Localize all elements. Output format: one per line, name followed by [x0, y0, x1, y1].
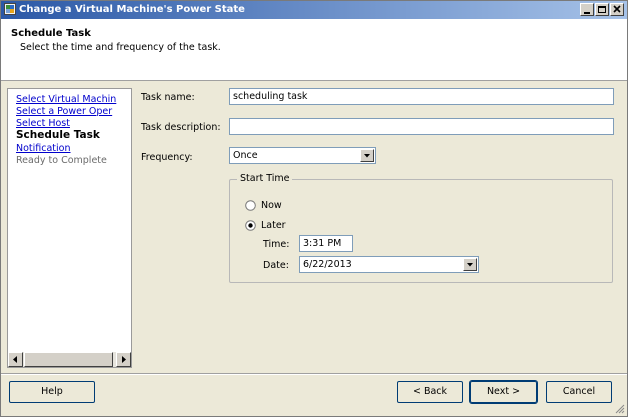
page-subtitle: Select the time and frequency of the tas…	[20, 42, 221, 53]
nav-notification[interactable]: Notification	[16, 143, 71, 154]
resize-grip-icon[interactable]	[614, 403, 625, 414]
close-button[interactable]	[610, 3, 624, 16]
radio-later-label[interactable]: Later	[261, 220, 286, 231]
back-button[interactable]: < Back	[397, 381, 463, 403]
radio-now[interactable]	[245, 200, 256, 211]
help-button[interactable]: Help	[9, 381, 95, 403]
frequency-label: Frequency:	[141, 152, 193, 163]
frequency-dropdown-button[interactable]	[360, 149, 374, 162]
arrow-right-icon	[122, 356, 126, 363]
time-input[interactable]	[299, 235, 353, 252]
wizard-header: Schedule Task Select the time and freque…	[1, 19, 627, 81]
time-label: Time:	[263, 239, 290, 250]
radio-now-label[interactable]: Now	[261, 200, 282, 211]
nav-schedule-task: Schedule Task	[16, 129, 100, 141]
maximize-button[interactable]	[595, 3, 609, 16]
chevron-down-icon	[467, 263, 473, 267]
footer-divider-highlight	[1, 374, 627, 375]
nav-select-power-operation[interactable]: Select a Power Oper	[16, 106, 112, 117]
start-time-legend: Start Time	[237, 173, 293, 184]
close-icon	[613, 5, 621, 13]
scroll-right-button[interactable]	[116, 352, 131, 367]
minimize-icon	[584, 12, 590, 14]
maximize-icon	[598, 6, 606, 13]
task-name-input[interactable]	[229, 88, 614, 105]
frequency-dropdown[interactable]: Once	[229, 147, 376, 164]
vm-power-icon	[4, 3, 16, 15]
date-value: 6/22/2013	[303, 259, 352, 270]
cancel-button[interactable]: Cancel	[546, 381, 612, 403]
nav-select-virtual-machine[interactable]: Select Virtual Machin	[16, 94, 116, 105]
task-description-label: Task description:	[141, 122, 221, 133]
arrow-left-icon	[13, 356, 17, 363]
scroll-left-button[interactable]	[8, 352, 23, 367]
frequency-value: Once	[233, 150, 258, 161]
nav-select-host[interactable]: Select Host	[16, 118, 70, 129]
window-title: Change a Virtual Machine's Power State	[19, 4, 245, 15]
nav-ready-to-complete: Ready to Complete	[16, 155, 107, 166]
wizard-steps-panel: Select Virtual Machin Select a Power Ope…	[7, 88, 132, 368]
task-description-input[interactable]	[229, 118, 614, 135]
scroll-thumb[interactable]	[24, 352, 113, 367]
chevron-down-icon	[364, 154, 370, 158]
radio-later[interactable]	[245, 220, 256, 231]
task-name-label: Task name:	[141, 92, 195, 103]
title-bar[interactable]: Change a Virtual Machine's Power State	[1, 1, 627, 19]
page-title: Schedule Task	[11, 28, 91, 39]
minimize-button[interactable]	[580, 3, 594, 16]
wizard-window: Change a Virtual Machine's Power State S…	[0, 0, 628, 417]
date-label: Date:	[263, 260, 289, 271]
next-button[interactable]: Next >	[469, 380, 538, 404]
horizontal-scrollbar[interactable]	[8, 352, 131, 367]
date-dropdown-button[interactable]	[463, 258, 477, 271]
date-picker[interactable]: 6/22/2013	[299, 256, 479, 273]
